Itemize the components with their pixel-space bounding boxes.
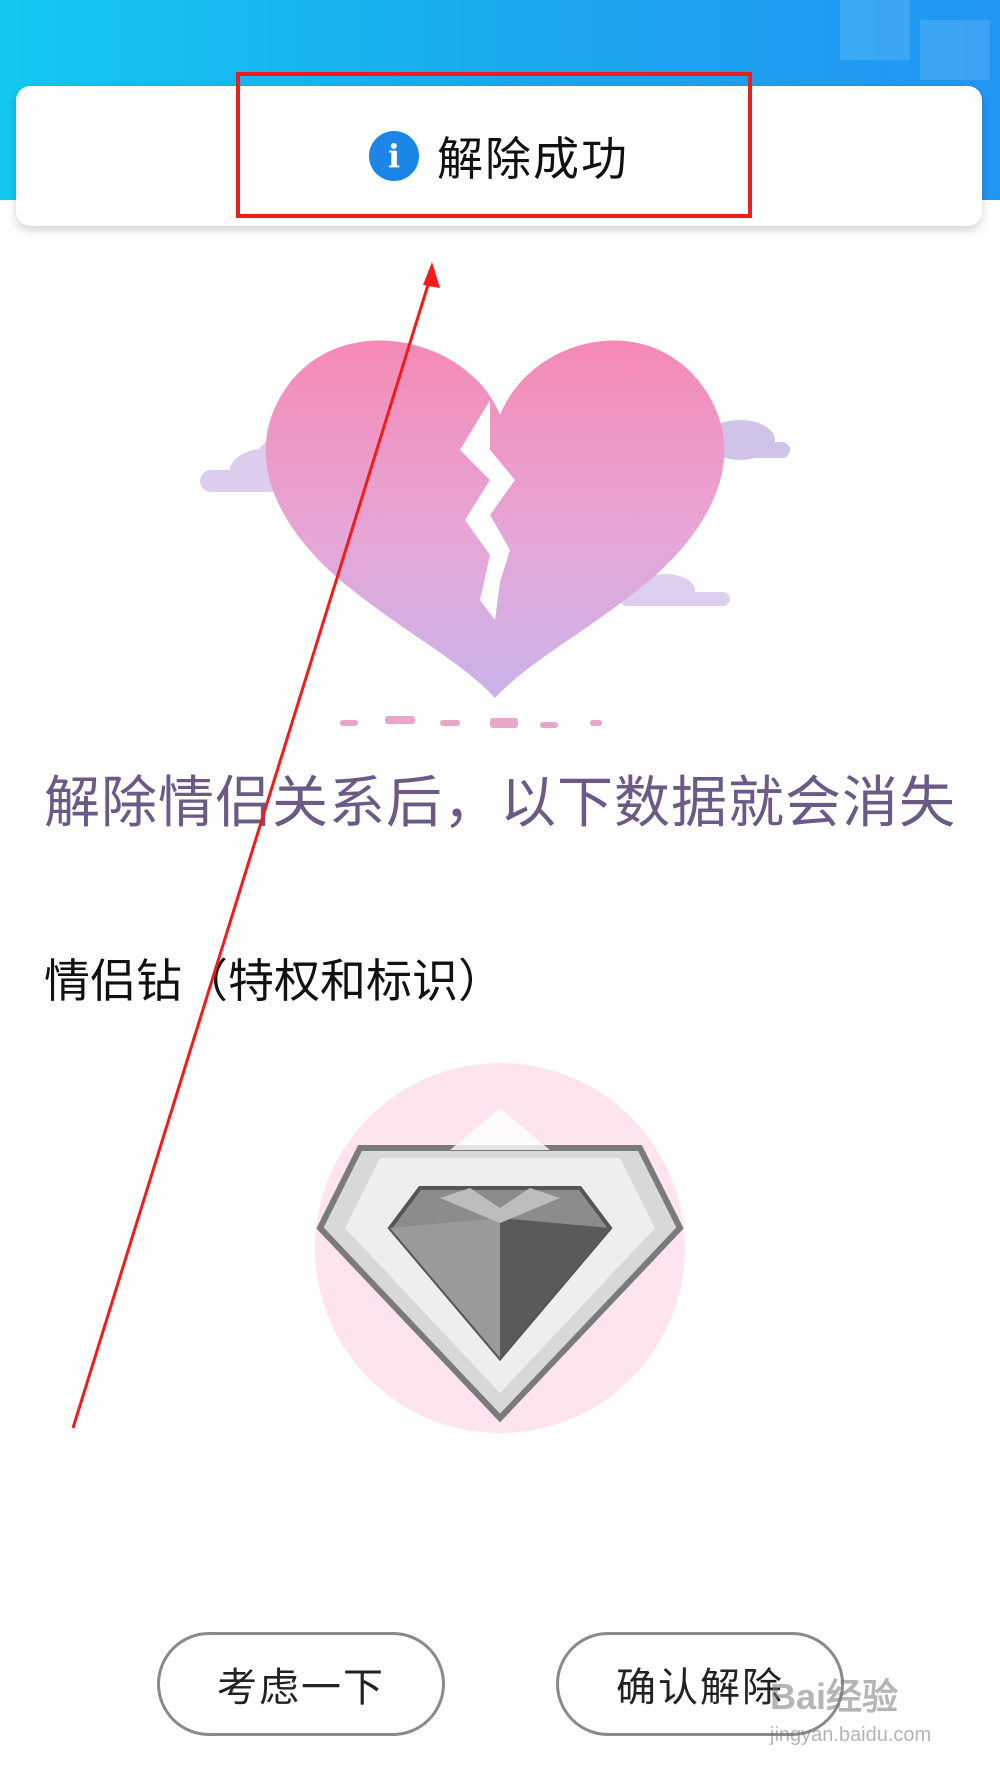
think-again-button[interactable]: 考虑一下 bbox=[157, 1632, 445, 1736]
watermark-brand: Bai经验 bbox=[770, 1676, 899, 1717]
baidu-jingyan-watermark: Bai经验 jingyan.baidu.com bbox=[770, 1668, 980, 1768]
annotation-arrow bbox=[71, 262, 440, 1429]
diamond-badge bbox=[315, 1063, 685, 1433]
arrow-head-icon bbox=[423, 262, 440, 288]
broken-heart-illustration bbox=[200, 340, 790, 728]
header-decoration bbox=[920, 20, 990, 80]
annotation-highlight-box bbox=[236, 72, 752, 218]
watermark-url: jingyan.baidu.com bbox=[770, 1724, 932, 1746]
heart-shape bbox=[265, 340, 725, 698]
header-decoration bbox=[840, 0, 910, 60]
warning-message: 解除情侣关系后，以下数据就会消失 bbox=[44, 771, 956, 836]
couple-diamond-label: 情侣钻（特权和标识） bbox=[44, 954, 504, 1008]
heart-fragments bbox=[340, 716, 602, 728]
